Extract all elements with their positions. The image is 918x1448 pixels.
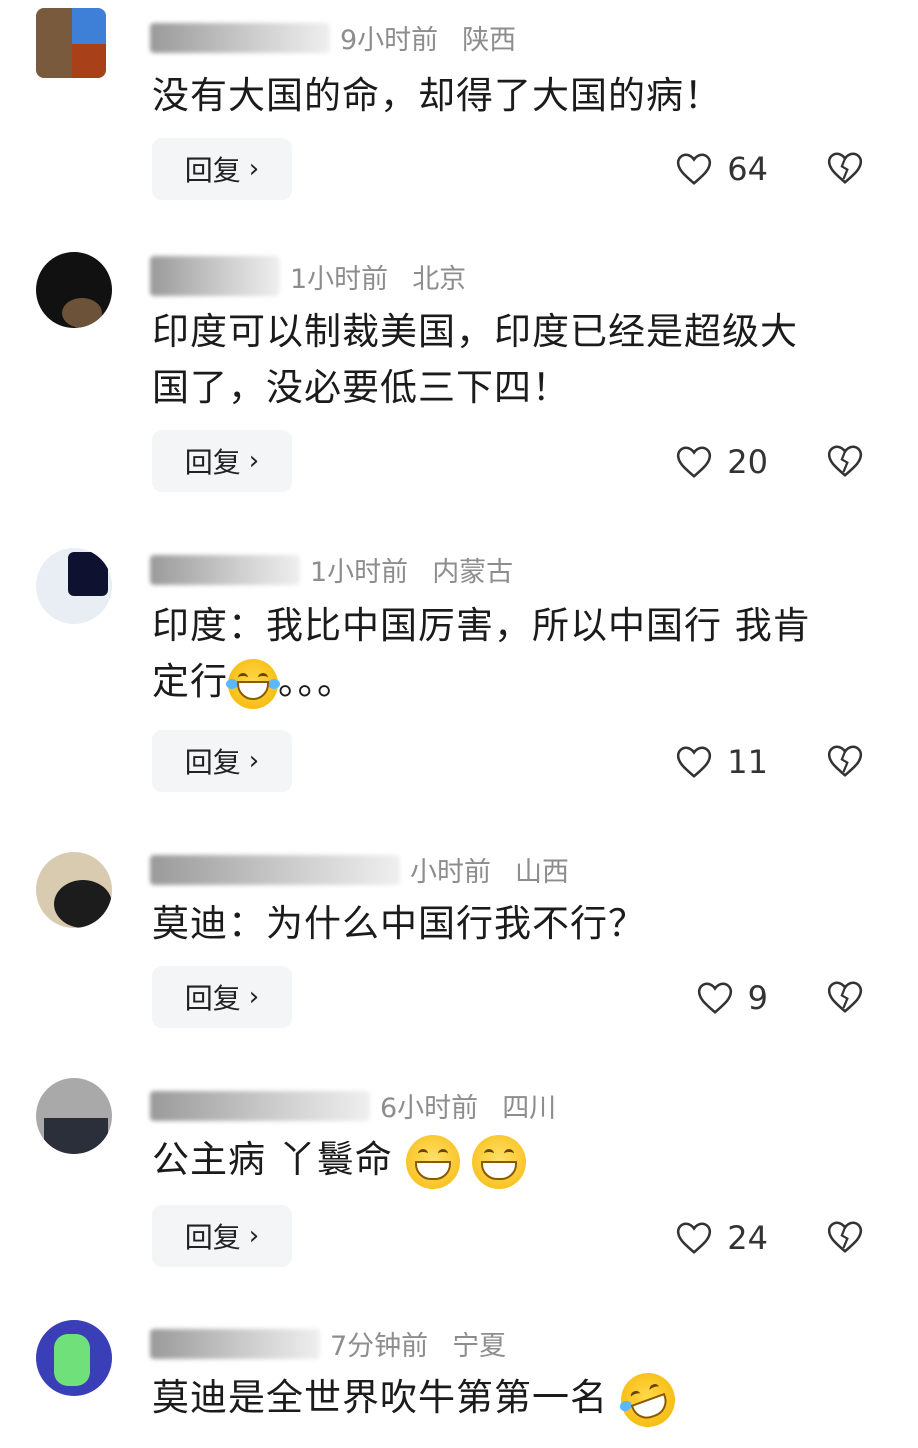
heart-outline-icon — [677, 153, 712, 185]
comment-text: 没有大国的命，却得了大国的病！ — [152, 74, 722, 117]
avatar[interactable] — [36, 1078, 112, 1154]
comment-time: 9小时前 — [340, 25, 439, 56]
reply-label: 回复 — [184, 1221, 241, 1254]
like-button[interactable]: 11 — [675, 743, 768, 781]
reply-button[interactable]: 回复 › — [152, 966, 292, 1028]
comment-location: 四川 — [502, 1093, 557, 1124]
reply-label: 回复 — [184, 746, 241, 779]
comment-meta: 7分钟前 宁夏 — [150, 1324, 506, 1363]
chevron-right-icon: › — [248, 982, 260, 1012]
like-count: 20 — [727, 443, 768, 481]
comment-text-segment: 定行 — [152, 660, 228, 703]
avatar[interactable] — [36, 548, 112, 624]
reply-label: 回复 — [184, 154, 241, 187]
blurred-username — [150, 854, 400, 885]
avatar[interactable] — [36, 852, 112, 928]
blurred-username — [150, 1328, 320, 1359]
broken-heart-icon[interactable] — [826, 743, 864, 779]
comment-meta: 1小时前 北京 — [150, 256, 466, 296]
reply-button[interactable]: 回复 › — [152, 138, 292, 200]
comment-time: 6小时前 — [380, 1093, 479, 1124]
chevron-right-icon: › — [248, 746, 260, 776]
avatar[interactable] — [36, 252, 112, 328]
comment-location: 内蒙古 — [432, 557, 514, 588]
comment-meta: 9小时前 陕西 — [150, 18, 516, 57]
like-button[interactable]: 9 — [696, 979, 768, 1017]
comment-text-line: 印度可以制裁美国，印度已经是超级大 — [152, 310, 798, 353]
broken-heart-icon[interactable] — [826, 979, 864, 1015]
blurred-username — [150, 22, 330, 53]
like-count: 64 — [727, 150, 768, 188]
chevron-right-icon: › — [248, 154, 260, 184]
blurred-username — [150, 256, 280, 296]
heart-outline-icon — [677, 1222, 712, 1254]
chevron-right-icon: › — [248, 1221, 260, 1251]
broken-heart-icon[interactable] — [826, 150, 864, 186]
broken-heart-icon[interactable] — [826, 1219, 864, 1255]
comment-time: 1小时前 — [310, 557, 409, 588]
comment-meta: 6小时前 四川 — [150, 1086, 556, 1125]
rolling-laughing-emoji-icon — [613, 1364, 683, 1435]
like-count: 11 — [727, 743, 768, 781]
comment-location: 宁夏 — [452, 1331, 507, 1362]
chevron-right-icon: › — [248, 446, 260, 476]
like-button[interactable]: 20 — [675, 443, 768, 481]
blurred-username — [150, 1090, 370, 1121]
comment-text-line: 国了，没必要低三下四！ — [152, 366, 570, 409]
comment-text-line: 定行 。。。 — [152, 654, 872, 710]
reply-label: 回复 — [184, 446, 241, 479]
comment-time: 小时前 — [410, 857, 491, 888]
like-button[interactable]: 24 — [675, 1219, 768, 1257]
reply-button[interactable]: 回复 › — [152, 1205, 292, 1267]
broken-heart-icon[interactable] — [826, 443, 864, 479]
heart-outline-icon — [677, 446, 712, 478]
reply-button[interactable]: 回复 › — [152, 430, 292, 492]
like-button[interactable]: 64 — [675, 150, 768, 188]
avatar[interactable] — [36, 8, 106, 78]
comment-text: 印度可以制裁美国，印度已经是超级大 国了，没必要低三下四！ — [152, 304, 872, 416]
heart-outline-icon — [677, 746, 712, 778]
comment-text: 莫迪：为什么中国行我不行？ — [152, 902, 646, 945]
comment-text: 印度：我比中国厉害，所以中国行 我肯 定行 。。。 — [152, 598, 872, 710]
comment-location: 北京 — [412, 263, 467, 295]
comment-time: 7分钟前 — [330, 1331, 429, 1362]
laughing-tears-emoji-icon — [226, 658, 280, 709]
comment-text-segment: 。。。 — [278, 660, 355, 703]
comment-meta: 小时前 山西 — [150, 850, 569, 889]
avatar[interactable] — [36, 1320, 112, 1396]
comment-text-segment: 莫迪是全世界吹牛第第一名 — [152, 1376, 608, 1419]
like-count: 9 — [747, 979, 768, 1017]
comment-text: 莫迪是全世界吹牛第第一名 — [152, 1364, 872, 1435]
comment-time: 1小时前 — [290, 263, 389, 295]
comment-text-segment: 公主病 丫鬟命 — [152, 1138, 393, 1181]
comment-location: 陕西 — [462, 25, 517, 56]
grinning-face-emoji-icon — [405, 1134, 460, 1189]
reply-label: 回复 — [184, 982, 241, 1015]
comment-text-line: 印度：我比中国厉害，所以中国行 我肯 — [152, 604, 811, 647]
comment-meta: 1小时前 内蒙古 — [150, 550, 513, 589]
heart-outline-icon — [697, 982, 732, 1014]
comment-text: 公主病 丫鬟命 — [152, 1132, 872, 1189]
reply-button[interactable]: 回复 › — [152, 730, 292, 792]
grinning-face-emoji-icon — [472, 1134, 527, 1189]
like-count: 24 — [727, 1219, 768, 1257]
blurred-username — [150, 554, 300, 585]
comment-location: 山西 — [515, 857, 569, 888]
